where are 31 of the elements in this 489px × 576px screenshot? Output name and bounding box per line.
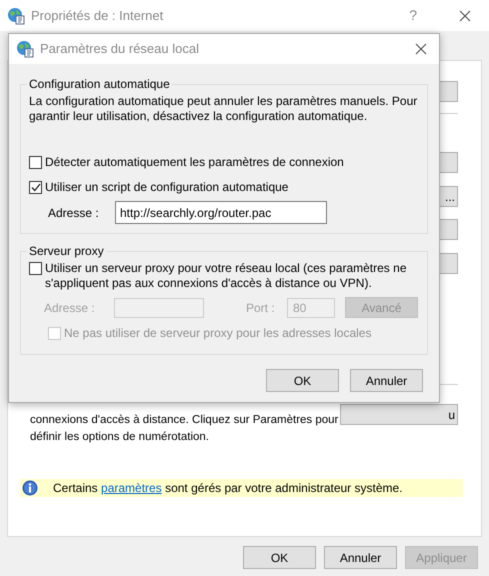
checkbox[interactable] [29,156,42,168]
button[interactable]: Annuler [324,546,397,569]
address-label: Adresse : [48,204,100,222]
close-icon[interactable] [459,10,471,22]
checkbox[interactable] [29,262,42,275]
group-label: Configuration automatique [28,76,171,93]
port-label: Port : [246,300,276,316]
button[interactable]: u [340,404,458,425]
address-field[interactable]: http://searchly.org/router.pac [115,201,327,224]
checkbox[interactable] [29,180,42,194]
check-icon [30,182,40,192]
button[interactable]: Annuler [350,369,423,392]
address-label: Adresse : [44,300,96,316]
checkbox-label: Ne pas utiliser de serveur proxy pour les adresses locales [64,325,372,342]
checkbox-label: Détecter automatiquement les paramètres de connexion [45,154,344,171]
checkbox-label: Utiliser un script de configuration automatique [45,179,288,196]
info-icon [22,480,38,496]
globe-icon [16,40,34,58]
help-button[interactable]: ? [409,5,417,26]
button[interactable]: OK [266,369,339,392]
close-icon[interactable] [415,43,427,55]
group-label: Serveur proxy [28,243,105,260]
info-text: Certains paramètres sont gérés par votre administrateur système. [53,480,403,497]
settings-link[interactable]: paramètres [101,481,162,495]
window-title: Propriétés de : Internet [31,6,164,25]
dialup-text: connexions d'accès à distance. Cliquez sur Paramètres pour définir les options de numérotation. [30,413,340,445]
checkbox-label: Utiliser un serveur proxy pour votre réseau local (ces paramètres ne s'appliquent pas aux connexions d'accès à distance ou VPN). [45,261,408,291]
globe-icon [7,6,25,24]
button[interactable]: OK [243,546,316,569]
description-text: La configuration automatique peut annuler les paramètres manuels. Pour garantir leur utilisation, désactivez la configuration automatique. [29,94,418,124]
dialog-title: Paramètres du réseau local [40,40,200,58]
